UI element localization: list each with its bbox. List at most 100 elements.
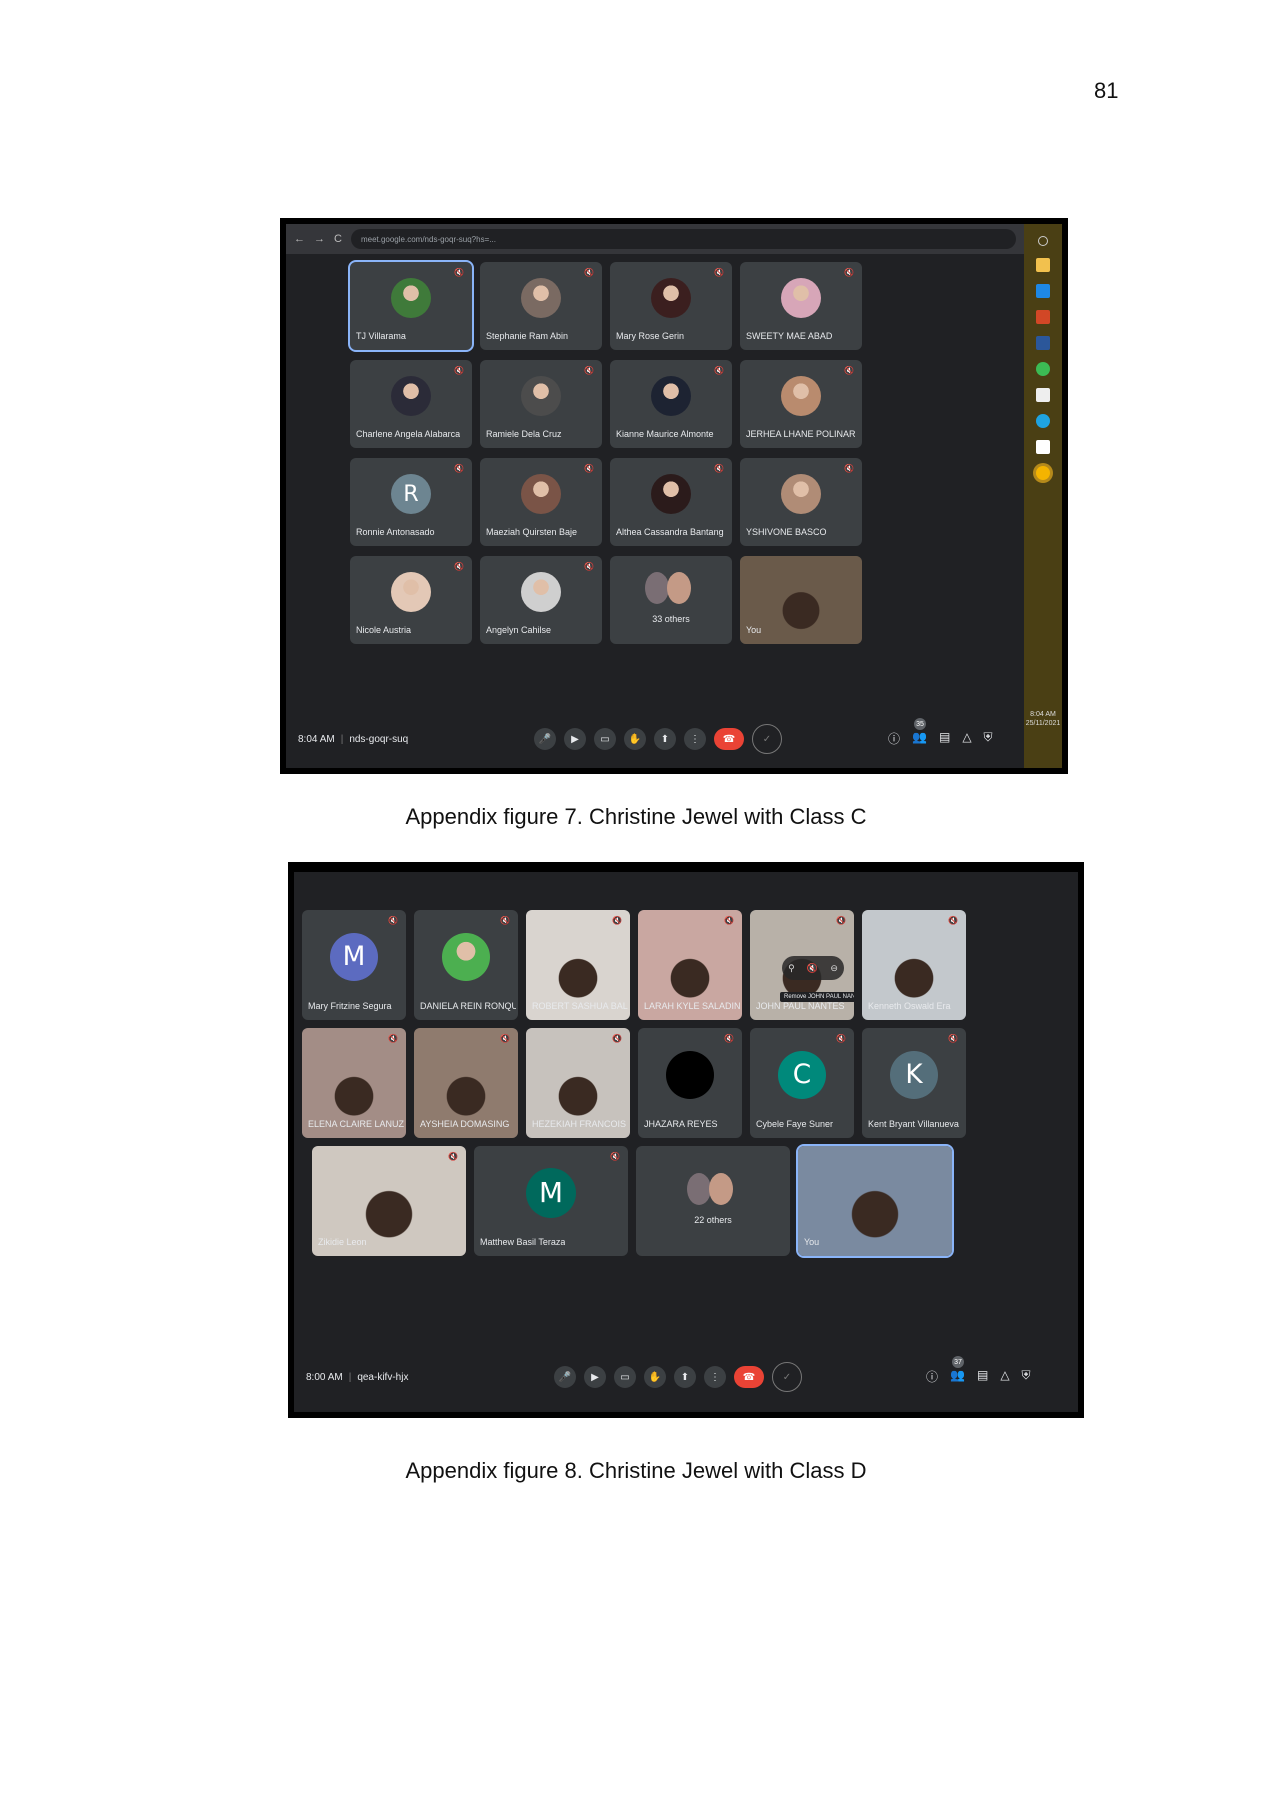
- participant-tile[interactable]: 🔇 Zikidie Leon: [312, 1146, 466, 1256]
- others-label: 33 others: [652, 614, 690, 624]
- participant-count-badge: 35: [914, 718, 927, 730]
- participant-tile[interactable]: 🔇 Mary Rose Gerin: [610, 262, 732, 350]
- captions-button[interactable]: ▭: [614, 1366, 636, 1388]
- participant-tile[interactable]: 🔇 TJ Villarama: [348, 260, 474, 352]
- activities-icon[interactable]: △: [962, 730, 971, 747]
- participant-tile[interactable]: 🔇 JERHEA LHANE POLINAR: [740, 360, 862, 448]
- participant-tile[interactable]: 🔇 Nicole Austria: [350, 556, 472, 644]
- profile-avatar: [442, 933, 490, 981]
- muted-mic-icon: 🔇: [948, 1034, 958, 1043]
- mute-icon[interactable]: 🔇: [807, 963, 818, 974]
- remove-tooltip: Remove JOHN PAUL NANTES from the call: [780, 992, 854, 1002]
- activities-icon[interactable]: △: [1000, 1368, 1009, 1385]
- muted-mic-icon: 🔇: [500, 1034, 510, 1043]
- notes-icon[interactable]: [1036, 440, 1050, 454]
- muted-mic-icon: 🔇: [724, 1034, 734, 1043]
- host-controls-icon[interactable]: ⛨: [1022, 1368, 1031, 1385]
- captions-button[interactable]: ▭: [594, 728, 616, 750]
- participant-tile[interactable]: K 🔇 Kent Bryant Villanueva: [862, 1028, 966, 1138]
- end-call-button[interactable]: ☎: [714, 728, 744, 750]
- camera-button[interactable]: ▶: [564, 728, 586, 750]
- raise-hand-button[interactable]: ✋: [624, 728, 646, 750]
- reload-icon[interactable]: C: [334, 233, 342, 245]
- remove-icon[interactable]: ⊖: [830, 963, 838, 974]
- muted-mic-icon: 🔇: [584, 464, 594, 473]
- forward-icon[interactable]: →: [314, 233, 325, 245]
- chat-icon[interactable]: ▤: [939, 730, 950, 747]
- page-number: 81: [1094, 78, 1119, 103]
- extension-button[interactable]: ✓: [772, 1362, 802, 1392]
- participant-tile[interactable]: 🔇 ROBERT SASHUA BALL S...: [526, 910, 630, 1020]
- muted-mic-icon: 🔇: [610, 1152, 620, 1161]
- camera-button[interactable]: ▶: [584, 1366, 606, 1388]
- file-explorer-icon[interactable]: [1036, 258, 1050, 272]
- participant-tile[interactable]: 🔇 Kianne Maurice Almonte: [610, 360, 732, 448]
- muted-mic-icon: 🔇: [388, 1034, 398, 1043]
- raise-hand-button[interactable]: ✋: [644, 1366, 666, 1388]
- more-options-button[interactable]: ⋮: [684, 728, 706, 750]
- end-call-button[interactable]: ☎: [734, 1366, 764, 1388]
- pin-icon[interactable]: ⚲: [788, 963, 795, 974]
- others-tile[interactable]: 33 others: [610, 556, 732, 644]
- participant-tile[interactable]: C 🔇 Cybele Faye Suner: [750, 1028, 854, 1138]
- participant-tile[interactable]: 🔇 Ramiele Dela Cruz: [480, 360, 602, 448]
- mic-button[interactable]: 🎤: [534, 728, 556, 750]
- participant-name: HEZEKIAH FRANCOIS M...: [532, 1119, 628, 1129]
- participant-tile[interactable]: 🔇 DANIELA REIN RONQUIL...: [414, 910, 518, 1020]
- participant-tile[interactable]: 🔇 HEZEKIAH FRANCOIS M...: [526, 1028, 630, 1138]
- participant-name: SWEETY MAE ABAD: [746, 331, 833, 341]
- meet-window: M 🔇 Mary Fritzine Segura 🔇 DANIELA REIN RONQ…: [294, 872, 1078, 1412]
- chat-icon[interactable]: ▤: [977, 1368, 988, 1385]
- present-button[interactable]: ⬆: [674, 1366, 696, 1388]
- participant-tile[interactable]: R 🔇 Ronnie Antonasado: [350, 458, 472, 546]
- mail-icon[interactable]: [1036, 284, 1050, 298]
- chrome-icon[interactable]: [1036, 466, 1050, 480]
- muted-mic-icon: 🔇: [844, 268, 854, 277]
- search-icon[interactable]: [1038, 236, 1048, 246]
- edge-icon[interactable]: [1036, 414, 1050, 428]
- back-icon[interactable]: ←: [294, 233, 305, 245]
- participant-tile[interactable]: 🔇 YSHIVONE BASCO: [740, 458, 862, 546]
- meet-window: ← → C meet.google.com/nds-goqr-suq?hs=..…: [286, 224, 1062, 768]
- host-controls-icon[interactable]: ⛨: [984, 730, 993, 747]
- extension-button[interactable]: ✓: [752, 724, 782, 754]
- participant-name: TJ Villarama: [356, 331, 406, 341]
- participant-tile[interactable]: 🔇 LARAH KYLE SALADINO: [638, 910, 742, 1020]
- meeting-time: 8:04 AM: [298, 734, 335, 745]
- call-controls: 🎤 ▶ ▭ ✋ ⬆ ⋮ ☎ ✓: [534, 724, 782, 754]
- participant-tile[interactable]: M 🔇 Matthew Basil Teraza: [474, 1146, 628, 1256]
- info-icon[interactable]: ⓘ: [926, 1368, 938, 1385]
- address-input[interactable]: meet.google.com/nds-goqr-suq?hs=...: [350, 229, 1016, 249]
- participant-tile[interactable]: 🔇 Angelyn Cahilse: [480, 556, 602, 644]
- people-icon[interactable]: 👥 35: [912, 718, 927, 747]
- participant-tile[interactable]: 🔇 Charlene Angela Alabarca: [350, 360, 472, 448]
- participant-tile[interactable]: 🔇 JHAZARA REYES: [638, 1028, 742, 1138]
- meeting-code: qea-kifv-hjx: [357, 1372, 409, 1383]
- others-avatar: [645, 572, 669, 604]
- muted-mic-icon: 🔇: [454, 562, 464, 571]
- more-options-button[interactable]: ⋮: [704, 1366, 726, 1388]
- participant-tile[interactable]: 🔇 Stephanie Ram Abin: [480, 262, 602, 350]
- participant-tile[interactable]: 🔇 Kenneth Oswald Era: [862, 910, 966, 1020]
- letter-avatar: C: [778, 1051, 826, 1099]
- muted-mic-icon: 🔇: [836, 1034, 846, 1043]
- participant-name: Matthew Basil Teraza: [480, 1237, 566, 1247]
- participant-tile[interactable]: 🔇 AYSHEIA DOMASING: [414, 1028, 518, 1138]
- participant-tile[interactable]: 🔇 Maeziah Quirsten Baje: [480, 458, 602, 546]
- store-icon[interactable]: [1036, 388, 1050, 402]
- people-icon[interactable]: 👥 37: [950, 1356, 965, 1385]
- word-icon[interactable]: [1036, 336, 1050, 350]
- participant-tile[interactable]: 🔇 JOHN PAUL NANTES ⚲ 🔇 ⊖ Remove JOHN PAUL NAN…: [750, 910, 854, 1020]
- powerpoint-icon[interactable]: [1036, 310, 1050, 324]
- app-icon[interactable]: [1036, 362, 1050, 376]
- info-icon[interactable]: ⓘ: [888, 730, 900, 747]
- present-button[interactable]: ⬆: [654, 728, 676, 750]
- participant-tile[interactable]: 🔇 ELENA CLAIRE LANUZA: [302, 1028, 406, 1138]
- mic-button[interactable]: 🎤: [554, 1366, 576, 1388]
- others-tile[interactable]: 22 others: [636, 1146, 790, 1256]
- participant-tile[interactable]: 🔇 Althea Cassandra Bantang: [610, 458, 732, 546]
- participant-tile[interactable]: M 🔇 Mary Fritzine Segura: [302, 910, 406, 1020]
- participant-tile[interactable]: 🔇 SWEETY MAE ABAD: [740, 262, 862, 350]
- self-tile[interactable]: You: [796, 1144, 954, 1258]
- self-tile[interactable]: You: [740, 556, 862, 644]
